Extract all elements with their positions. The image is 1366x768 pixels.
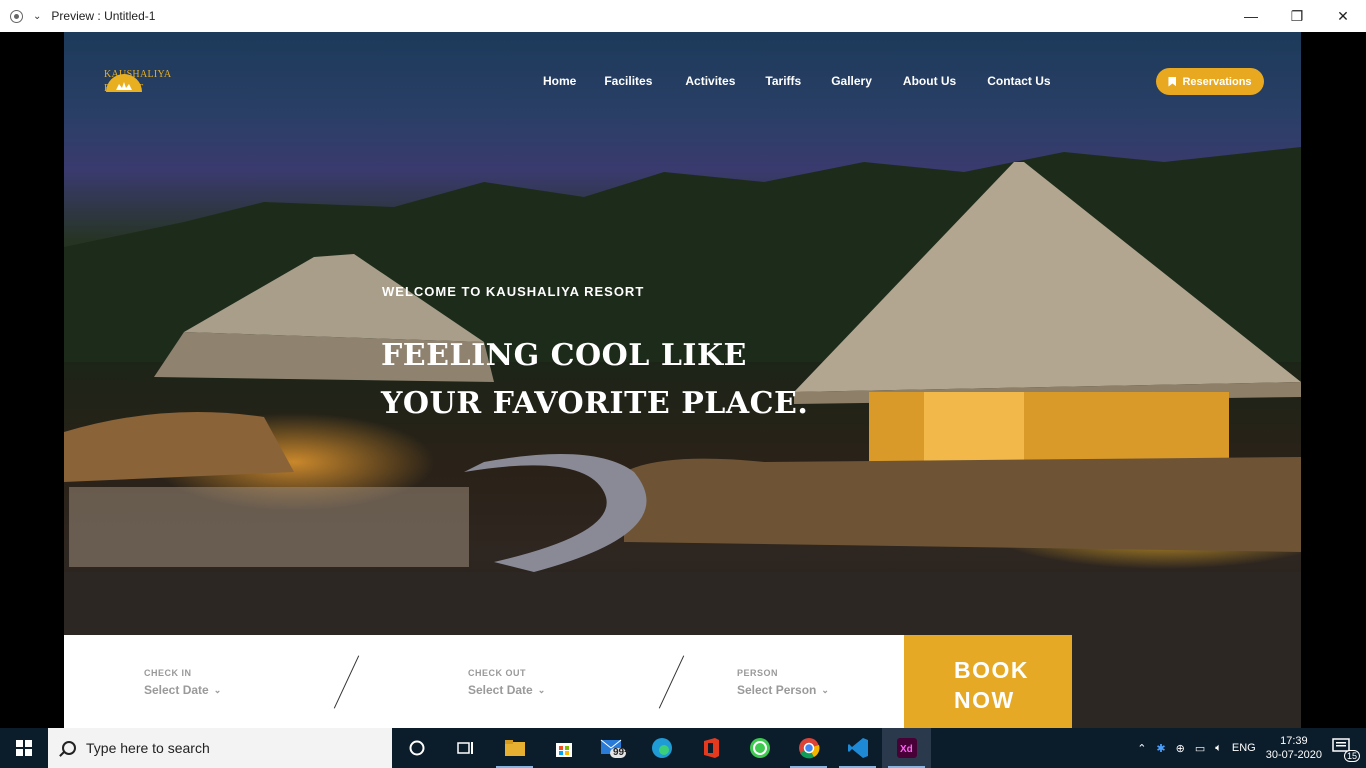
person-field[interactable]: PERSON Select Person ⌄	[737, 668, 829, 697]
site-logo[interactable]: KAUSHALIYA RESORT	[104, 68, 171, 96]
reservations-label: Reservations	[1182, 75, 1252, 88]
office-icon[interactable]	[686, 728, 735, 768]
volume-icon[interactable]: 🔈︎	[1215, 742, 1222, 755]
nav-about-us[interactable]: About Us	[903, 74, 956, 88]
headline-line-2: YOUR FAVORITE PLACE.	[381, 386, 809, 421]
person-label: PERSON	[737, 668, 779, 678]
window-titlebar: ⌄ Preview : Untitled-1 — ❐ ✕	[0, 0, 1366, 32]
windows-taskbar: Type here to search 99+ Xd ⌃ ✱ ⊕ ▭ 🔈︎ EN…	[0, 728, 1366, 768]
record-icon[interactable]	[10, 9, 23, 23]
cortana-icon[interactable]	[392, 728, 441, 768]
windows-logo-icon	[16, 740, 32, 756]
system-tray: ⌃ ✱ ⊕ ▭ 🔈︎ ENG 17:39 30-07-2020 15	[1137, 728, 1366, 768]
chevron-down-icon[interactable]: ⌄	[33, 11, 41, 22]
main-nav: Home Facilites Activites Tariffs Gallery…	[543, 74, 1051, 88]
vscode-icon[interactable]	[833, 728, 882, 768]
notification-count: 15	[1343, 750, 1360, 762]
hero-headline: FEELING COOL LIKE YOUR FAVORITE PLACE.	[381, 332, 808, 428]
check-in-label: CHECK IN	[144, 668, 192, 678]
chrome-icon[interactable]	[784, 728, 833, 768]
battery-icon[interactable]: ▭	[1195, 742, 1205, 755]
nav-contact-us[interactable]: Contact Us	[987, 74, 1050, 88]
person-select[interactable]: Select Person ⌄	[737, 683, 829, 697]
bluetooth-icon[interactable]: ✱	[1156, 742, 1165, 755]
file-explorer-icon[interactable]	[490, 728, 539, 768]
check-in-field[interactable]: CHECK IN Select Date ⌄	[144, 668, 221, 697]
edge-icon[interactable]	[637, 728, 686, 768]
chevron-down-icon: ⌄	[213, 684, 222, 695]
adobe-xd-icon[interactable]: Xd	[882, 728, 931, 768]
maximize-button[interactable]: ❐	[1274, 0, 1320, 32]
language-indicator[interactable]: ENG	[1232, 742, 1256, 754]
task-view-icon[interactable]	[441, 728, 490, 768]
clock[interactable]: 17:39 30-07-2020	[1266, 734, 1322, 762]
check-out-value: Select Date	[468, 683, 533, 697]
notifications-icon[interactable]: 15	[1332, 738, 1360, 762]
sun-logo-icon	[106, 74, 142, 92]
welcome-text: WELCOME TO KAUSHALIYA RESORT	[382, 284, 645, 299]
bookmark-icon	[1168, 76, 1177, 87]
taskbar-search[interactable]: Type here to search	[48, 728, 392, 768]
nav-activites[interactable]: Activites	[685, 74, 735, 88]
hero-section: KAUSHALIYA RESORT Home Facilites Activit…	[64, 32, 1301, 728]
network-icon[interactable]: ⊕	[1176, 742, 1185, 755]
mail-icon[interactable]: 99+	[588, 728, 637, 768]
window-title: Preview : Untitled-1	[51, 9, 156, 23]
check-in-select[interactable]: Select Date ⌄	[144, 683, 221, 697]
nav-facilites[interactable]: Facilites	[604, 74, 652, 88]
clock-time: 17:39	[1280, 735, 1308, 747]
book-now-line-1: BOOK	[954, 657, 1029, 683]
headline-line-1: FEELING COOL LIKE	[381, 338, 747, 373]
check-out-label: CHECK OUT	[468, 668, 526, 678]
close-button[interactable]: ✕	[1320, 0, 1366, 32]
person-value: Select Person	[737, 683, 817, 697]
clock-date: 30-07-2020	[1265, 749, 1322, 761]
booking-bar: CHECK IN Select Date ⌄ CHECK OUT Select …	[64, 635, 904, 728]
chevron-down-icon: ⌄	[821, 684, 829, 695]
microsoft-store-icon[interactable]	[539, 728, 588, 768]
start-button[interactable]	[0, 728, 48, 768]
check-out-select[interactable]: Select Date ⌄	[468, 683, 545, 697]
minimize-button[interactable]: —	[1228, 0, 1274, 32]
svg-text:Xd: Xd	[900, 744, 913, 755]
nav-tariffs[interactable]: Tariffs	[765, 74, 801, 88]
check-in-value: Select Date	[144, 683, 209, 697]
nav-gallery[interactable]: Gallery	[831, 74, 872, 88]
divider-slash	[658, 655, 685, 709]
book-now-button[interactable]: BOOK NOW	[904, 635, 1072, 728]
search-icon	[62, 741, 76, 755]
nav-home[interactable]: Home	[543, 74, 576, 88]
reservations-button[interactable]: Reservations	[1156, 68, 1264, 95]
whatsapp-icon[interactable]	[735, 728, 784, 768]
search-placeholder: Type here to search	[86, 740, 210, 756]
book-now-line-2: NOW	[954, 687, 1015, 713]
chevron-up-icon[interactable]: ⌃	[1137, 742, 1146, 755]
chevron-down-icon: ⌄	[537, 684, 546, 695]
divider-slash	[333, 655, 360, 709]
preview-stage: KAUSHALIYA RESORT Home Facilites Activit…	[0, 32, 1366, 728]
check-out-field[interactable]: CHECK OUT Select Date ⌄	[468, 668, 545, 697]
mail-badge: 99+	[613, 747, 630, 758]
